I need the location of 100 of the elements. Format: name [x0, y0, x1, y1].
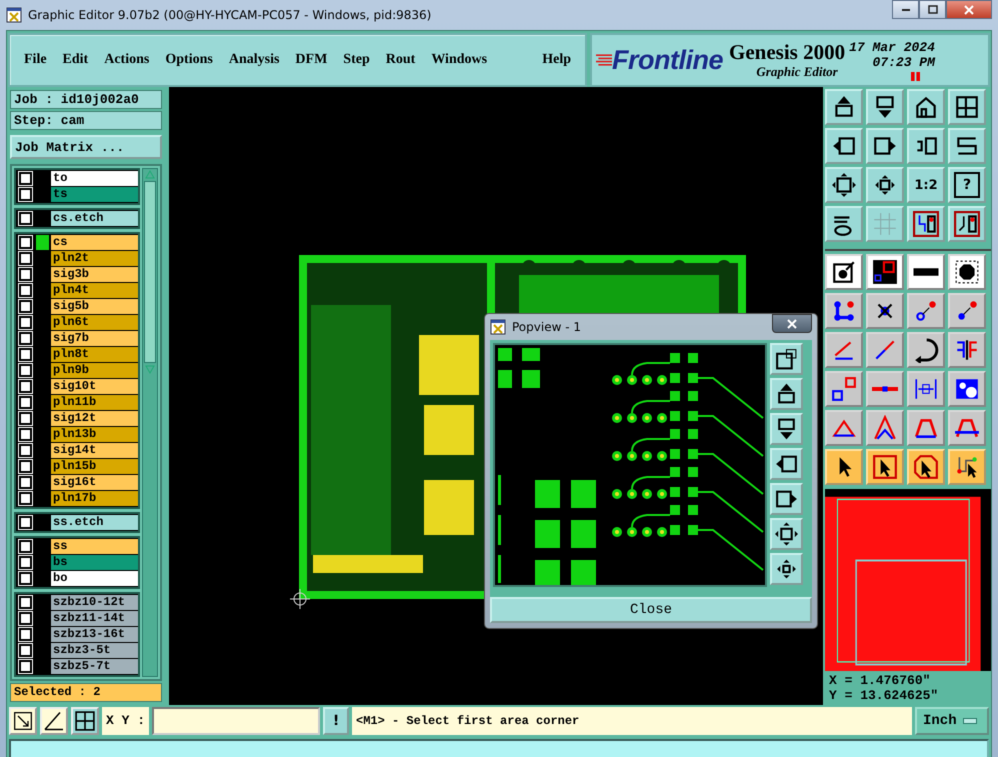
layer-name[interactable]: pln11b — [51, 395, 138, 410]
layer-checkbox[interactable] — [19, 172, 32, 185]
layer-checkbox[interactable] — [19, 596, 32, 609]
menu-item[interactable]: Actions — [96, 52, 158, 68]
grid-snap-button[interactable] — [71, 707, 99, 735]
menu-item[interactable]: File — [16, 52, 55, 68]
tool-button[interactable] — [866, 128, 904, 164]
tool-button[interactable] — [907, 206, 945, 242]
layer-checkbox[interactable] — [19, 212, 32, 225]
tool-button[interactable] — [907, 371, 945, 407]
layer-name[interactable]: pln13b — [51, 427, 138, 442]
job-matrix-button[interactable]: Job Matrix ... — [10, 135, 162, 159]
diagonal-arrow-button[interactable] — [9, 707, 37, 735]
menu-item[interactable]: Rout — [378, 52, 424, 68]
tool-button[interactable] — [907, 449, 945, 485]
layer-name[interactable]: szbz11-14t — [51, 611, 138, 626]
popview-close-button[interactable]: Close — [490, 597, 812, 623]
layer-name[interactable]: sig5b — [51, 299, 138, 314]
tool-button[interactable] — [866, 89, 904, 125]
layer-checkbox[interactable] — [19, 316, 32, 329]
tool-button[interactable] — [825, 449, 863, 485]
view-button[interactable] — [770, 518, 803, 550]
tool-button[interactable] — [948, 293, 986, 329]
layer-name[interactable]: pln9b — [51, 363, 138, 378]
layer-name[interactable]: pln8t — [51, 347, 138, 362]
tool-button[interactable] — [825, 371, 863, 407]
layer-name[interactable]: sig12t — [51, 411, 138, 426]
angle-button[interactable] — [40, 707, 68, 735]
tool-button[interactable] — [825, 89, 863, 125]
view-button[interactable] — [770, 483, 803, 515]
tool-button[interactable] — [948, 206, 986, 242]
menu-item[interactable]: Edit — [54, 52, 96, 68]
tool-button[interactable] — [825, 293, 863, 329]
layer-checkbox[interactable] — [19, 476, 32, 489]
layer-checkbox[interactable] — [19, 348, 32, 361]
layer-checkbox[interactable] — [19, 364, 32, 377]
tool-button[interactable] — [866, 293, 904, 329]
layer-name[interactable]: cs.etch — [51, 211, 138, 226]
tool-button[interactable] — [948, 332, 986, 368]
layer-checkbox[interactable] — [19, 300, 32, 313]
layer-checkbox[interactable] — [19, 252, 32, 265]
layer-checkbox[interactable] — [19, 428, 32, 441]
menu-item[interactable]: Options — [157, 52, 221, 68]
layer-checkbox[interactable] — [19, 516, 32, 529]
layer-name[interactable]: pln17b — [51, 491, 138, 506]
layer-name[interactable]: sig10t — [51, 379, 138, 394]
overview-map[interactable] — [825, 489, 991, 671]
layer-name[interactable]: pln4t — [51, 283, 138, 298]
view-button[interactable] — [770, 343, 803, 375]
layer-name[interactable]: pln6t — [51, 315, 138, 330]
layer-name[interactable]: ss.etch — [51, 515, 138, 530]
tool-button[interactable] — [907, 293, 945, 329]
menu-item[interactable]: Windows — [423, 52, 496, 68]
minimize-button[interactable] — [892, 0, 919, 19]
layer-name[interactable]: ts — [51, 187, 138, 202]
tool-button[interactable]: ? — [948, 167, 986, 203]
layer-checkbox[interactable] — [19, 572, 32, 585]
layer-name[interactable]: cs — [51, 235, 138, 250]
alert-button[interactable]: ! — [323, 707, 350, 735]
layer-checkbox[interactable] — [19, 412, 32, 425]
tool-button[interactable] — [948, 89, 986, 125]
view-button[interactable] — [770, 413, 803, 445]
layer-name[interactable]: pln2t — [51, 251, 138, 266]
layer-checkbox[interactable] — [19, 268, 32, 281]
tool-button[interactable] — [948, 449, 986, 485]
tool-button[interactable] — [948, 371, 986, 407]
layer-name[interactable]: sig3b — [51, 267, 138, 282]
layer-name[interactable]: sig16t — [51, 475, 138, 490]
layer-checkbox[interactable] — [19, 284, 32, 297]
tool-button[interactable] — [907, 89, 945, 125]
units-dropdown[interactable]: Inch — [915, 707, 989, 735]
tool-button[interactable] — [866, 167, 904, 203]
layer-checkbox[interactable] — [19, 380, 32, 393]
tool-button[interactable] — [948, 410, 986, 446]
layer-checkbox[interactable] — [19, 644, 32, 657]
layer-checkbox[interactable] — [19, 236, 32, 249]
layer-name[interactable]: pln15b — [51, 459, 138, 474]
menu-item[interactable]: DFM — [287, 52, 336, 68]
layer-checkbox[interactable] — [19, 540, 32, 553]
layer-name[interactable]: szbz5-7t — [51, 659, 138, 674]
layer-checkbox[interactable] — [19, 556, 32, 569]
layer-name[interactable]: szbz10-12t — [51, 595, 138, 610]
layer-name[interactable]: to — [51, 171, 138, 186]
tool-button[interactable] — [907, 254, 945, 290]
tool-button[interactable] — [825, 128, 863, 164]
close-button[interactable] — [772, 314, 812, 333]
layer-checkbox[interactable] — [19, 396, 32, 409]
tool-button[interactable] — [866, 254, 904, 290]
layer-name[interactable]: sig7b — [51, 331, 138, 346]
tool-button[interactable] — [825, 167, 863, 203]
tool-button[interactable]: 1:2 — [907, 167, 945, 203]
xy-input-field[interactable] — [152, 707, 320, 735]
layer-checkbox[interactable] — [19, 188, 32, 201]
view-button[interactable] — [770, 378, 803, 410]
tool-button[interactable] — [948, 128, 986, 164]
tool-button[interactable] — [907, 128, 945, 164]
layer-checkbox[interactable] — [19, 332, 32, 345]
menu-item[interactable]: Analysis — [220, 52, 288, 68]
layer-checkbox[interactable] — [19, 628, 32, 641]
view-button[interactable] — [770, 553, 803, 585]
